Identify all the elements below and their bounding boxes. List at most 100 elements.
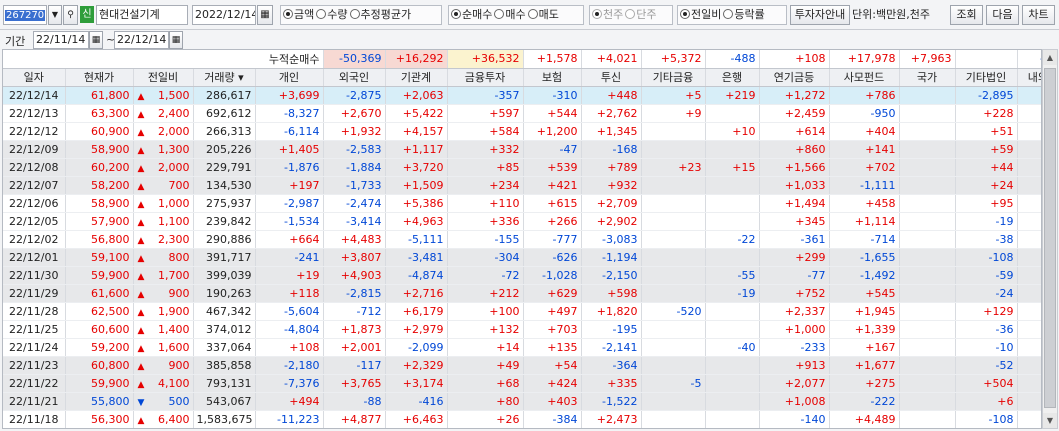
- change-value: 1,100: [158, 215, 190, 228]
- table-row[interactable]: 22/12/06 58,900 ▲ 1,000 275,937 -2,987 -2,474 +…: [3, 194, 1041, 213]
- table-row[interactable]: 22/12/08 60,200 ▲ 2,000 229,791 -1,876 -1,884 +…: [3, 158, 1041, 177]
- investor-value-cell: +6: [1017, 86, 1041, 105]
- share-unit-radio-1[interactable]: 단주: [625, 6, 657, 24]
- investor-value-cell: +9: [641, 104, 706, 123]
- column-header[interactable]: 연기금등: [759, 68, 830, 87]
- column-header[interactable]: 기타금융: [641, 68, 706, 87]
- investor-value-cell: -2,141: [581, 338, 642, 357]
- table-row[interactable]: 22/11/1749,900▼400150,431-670+1,504-833-…: [3, 429, 1042, 430]
- date-cell: 22/11/28: [3, 302, 66, 321]
- unit-radio-1[interactable]: 수량: [316, 6, 348, 24]
- column-header[interactable]: 일자: [3, 68, 66, 87]
- date-cell: 22/12/13: [3, 104, 66, 123]
- date-input[interactable]: 2022/12/14: [192, 5, 256, 25]
- period-start-input[interactable]: 22/11/14: [33, 31, 89, 49]
- table-row[interactable]: 22/11/28 62,500 ▲ 1,900 467,342 -5,604 -712 +6,…: [3, 302, 1041, 321]
- volume-dropdown-icon[interactable]: ▾: [235, 71, 244, 84]
- column-header[interactable]: 투신: [581, 68, 642, 87]
- change-cell: ▲ 2,300: [133, 230, 194, 249]
- start-calendar-icon[interactable]: ▦: [89, 31, 103, 49]
- investor-value-cell: +2,979: [385, 320, 448, 339]
- end-calendar-icon[interactable]: ▦: [169, 31, 183, 49]
- table-row[interactable]: 22/12/12 60,900 ▲ 2,000 266,313 -6,114 +1,932 +…: [3, 122, 1041, 141]
- table-row[interactable]: 22/11/23 60,800 ▲ 900 385,858 -2,180 -117 +2,32…: [3, 356, 1041, 375]
- table-row[interactable]: 22/11/22 59,900 ▲ 4,100 793,131 -7,376 +3,765 +…: [3, 374, 1041, 393]
- table-row[interactable]: 22/11/24 59,200 ▲ 1,600 337,064 +108 +2,001 -2,…: [3, 338, 1041, 357]
- next-button[interactable]: 다음: [986, 5, 1019, 25]
- table-row[interactable]: 22/11/18 56,300 ▲ 6,400 1,583,675 -11,223 +4,8…: [3, 410, 1041, 428]
- stock-code-input[interactable]: 267270: [3, 5, 47, 25]
- investor-value-cell: [641, 284, 706, 303]
- column-header[interactable]: 사모펀드: [829, 68, 900, 87]
- date-cell: 22/12/14: [3, 86, 66, 105]
- column-header[interactable]: 은행: [705, 68, 760, 87]
- volume-cell: 239,842: [193, 212, 256, 231]
- investor-value-cell: +23: [1017, 248, 1041, 267]
- search-button[interactable]: 조회: [950, 5, 983, 25]
- investor-value-cell: -2,150: [581, 266, 642, 285]
- investor-value-cell: +24: [955, 176, 1018, 195]
- column-header[interactable]: 전일비: [133, 68, 194, 87]
- table-row[interactable]: 22/11/25 60,600 ▲ 1,400 374,012 -4,804 +1,873 +…: [3, 320, 1041, 339]
- investor-value-cell: [899, 284, 956, 303]
- column-header[interactable]: 개인: [255, 68, 324, 87]
- column-header[interactable]: 외국인: [323, 68, 386, 87]
- date-cell: 22/11/29: [3, 284, 66, 303]
- stock-dropdown-chevron-icon[interactable]: ▼: [48, 5, 62, 25]
- column-header[interactable]: 기타법인: [955, 68, 1018, 87]
- table-row[interactable]: 22/12/02 56,800 ▲ 2,300 290,886 +664 +4,483 -5,…: [3, 230, 1041, 249]
- table-row[interactable]: 22/12/07 58,200 ▲ 700 134,530 +197 -1,733 +1,50…: [3, 176, 1041, 195]
- column-header[interactable]: 내외국인: [1017, 68, 1041, 87]
- scroll-up-icon[interactable]: ▲: [1043, 50, 1057, 65]
- table-row[interactable]: 22/12/13 63,300 ▲ 2,400 692,612 -8,327 +2,670 +…: [3, 104, 1041, 123]
- column-header-label: 기타법인: [965, 71, 1007, 85]
- investor-value-cell: +23: [641, 158, 706, 177]
- compare-radio-1[interactable]: 등락률: [723, 6, 765, 24]
- stock-name-field[interactable]: 현대건설기계: [96, 5, 188, 25]
- vertical-scrollbar[interactable]: ▲ ▼: [1042, 49, 1058, 429]
- table-row[interactable]: 22/12/09 58,900 ▲ 1,300 205,226 +1,405 -2,583 +…: [3, 140, 1041, 159]
- compare-radio-0[interactable]: 전일비: [680, 6, 721, 24]
- trade-radio-1[interactable]: 매수: [494, 6, 526, 24]
- scroll-down-icon[interactable]: ▼: [1043, 413, 1057, 428]
- investor-value-cell: +299: [759, 248, 830, 267]
- radio-dot-icon: [527, 9, 538, 19]
- chart-button[interactable]: 차트: [1022, 5, 1055, 25]
- investor-value-cell: +1,033: [759, 176, 830, 195]
- table-row[interactable]: 22/12/05 57,900 ▲ 1,100 239,842 -1,534 -3,414 +…: [3, 212, 1041, 231]
- trade-radio-2[interactable]: 매도: [527, 6, 559, 24]
- radio-label: 수량: [327, 8, 348, 21]
- volume-cell: 374,012: [193, 320, 256, 339]
- column-header[interactable]: 기관계: [385, 68, 448, 87]
- column-header[interactable]: 보험: [523, 68, 582, 87]
- column-header[interactable]: 거래량 ▾: [193, 68, 256, 87]
- unit-radio-2[interactable]: 추정평균가: [349, 6, 411, 24]
- period-end-input[interactable]: 22/12/14: [114, 31, 169, 49]
- table-row[interactable]: 22/12/01 59,100 ▲ 800 391,717 -241 +3,807 -3,48…: [3, 248, 1041, 267]
- unit-radio-0[interactable]: 금액: [283, 6, 314, 24]
- investor-value-cell: +458: [829, 194, 900, 213]
- column-header[interactable]: 국가: [899, 68, 956, 87]
- table-row[interactable]: 22/11/21 55,800 ▼ 500 543,067 +494 -88 -416 +80 +…: [3, 392, 1041, 411]
- investor-value-cell: +1,339: [829, 320, 900, 339]
- trade-radio-0[interactable]: 순매수: [451, 6, 492, 24]
- column-header[interactable]: 현재가: [65, 68, 134, 87]
- calendar-icon[interactable]: ▦: [257, 5, 273, 25]
- radio-label: 매수: [505, 8, 526, 21]
- table-row[interactable]: 22/11/29 61,600 ▲ 900 190,263 +118 -2,815 +2,71…: [3, 284, 1041, 303]
- investor-value-cell: -310: [523, 86, 582, 105]
- volume-cell: 275,937: [193, 194, 256, 213]
- investor-guide-button[interactable]: 투자자안내: [790, 5, 850, 25]
- price-cell: 62,500: [65, 302, 134, 321]
- investor-value-cell: [899, 104, 956, 123]
- table-row[interactable]: 22/12/14 61,800 ▲ 1,500 286,617 +3,699 -2,875 +…: [3, 86, 1041, 105]
- column-header[interactable]: 금융투자: [447, 68, 524, 87]
- investor-value-cell: -10: [955, 429, 1017, 430]
- scroll-thumb[interactable]: [1044, 68, 1056, 408]
- table-row[interactable]: 22/11/30 59,900 ▲ 1,700 399,039 +19 +4,903 -4,8…: [3, 266, 1041, 285]
- date-cell: 22/11/22: [3, 374, 66, 393]
- investor-value-cell: +1,272: [759, 86, 830, 105]
- investor-value-cell: -1,492: [829, 266, 900, 285]
- share-unit-radio-0[interactable]: 천주: [592, 6, 623, 24]
- stock-search-icon[interactable]: ⚲: [63, 5, 78, 25]
